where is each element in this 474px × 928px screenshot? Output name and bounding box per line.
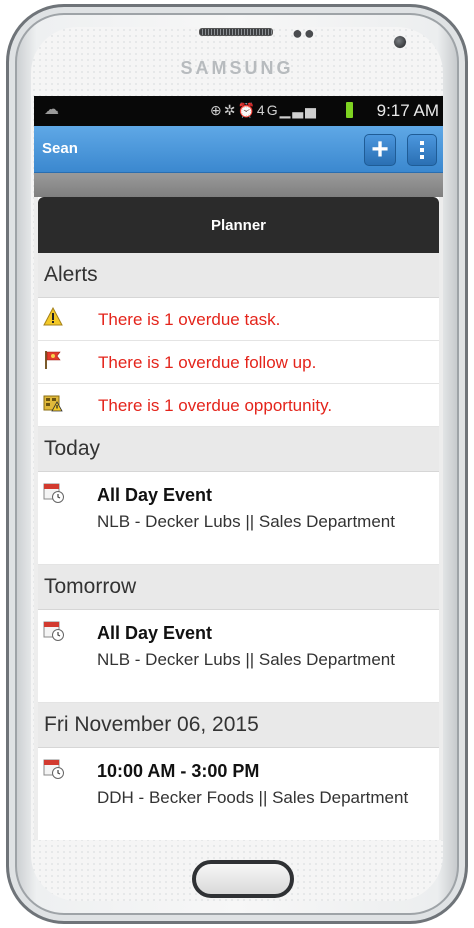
event-detail: NLB - Decker Lubs || Sales Department xyxy=(97,512,395,531)
header-shadow xyxy=(34,173,443,197)
network-label: 4G xyxy=(256,102,280,118)
sensor-dots: ●● xyxy=(292,23,316,43)
event-title: All Day Event xyxy=(97,623,213,643)
brand-logo: SAMSUNG xyxy=(180,58,294,78)
status-bar: ☁ ⊕✲⏰4G▁▃▅ 9:17 AM xyxy=(34,96,443,126)
app-title: Sean xyxy=(42,140,78,157)
alert-text: There is 1 overdue opportunity. xyxy=(98,396,333,415)
notification-icon: ☁ xyxy=(44,101,59,118)
alerts-heading: Alerts xyxy=(38,253,439,298)
alert-overdue-task[interactable]: There is 1 overdue task. xyxy=(38,298,439,341)
menu-button[interactable] xyxy=(407,134,437,166)
section-today: Today xyxy=(38,427,439,472)
event-dated[interactable]: 10:00 AM - 3:00 PM DDH - Becker Foods ||… xyxy=(38,748,439,840)
event-today[interactable]: All Day Event NLB - Decker Lubs || Sales… xyxy=(38,472,439,565)
alert-text: There is 1 overdue task. xyxy=(98,310,281,329)
planner-title: Planner xyxy=(38,197,439,253)
kebab-menu-icon xyxy=(420,141,424,159)
app-bar: Sean + xyxy=(34,126,443,173)
event-tomorrow[interactable]: All Day Event NLB - Decker Lubs || Sales… xyxy=(38,610,439,703)
planner-panel: Planner Alerts There is 1 overdue task. … xyxy=(38,197,439,840)
status-icons: ⊕✲⏰4G▁▃▅ xyxy=(210,102,318,119)
battery-icon xyxy=(346,102,353,118)
screen: ☁ ⊕✲⏰4G▁▃▅ 9:17 AM Sean + Planner Alerts… xyxy=(34,96,443,840)
flag-icon xyxy=(45,351,61,369)
alarm-icon: ⏰ xyxy=(237,102,257,118)
alert-overdue-follow-up[interactable]: There is 1 overdue follow up. xyxy=(38,341,439,384)
nfc-icon: ⊕ xyxy=(210,102,224,118)
event-title: 10:00 AM - 3:00 PM xyxy=(97,761,260,781)
signal-icon: ▁▃▅ xyxy=(279,102,318,118)
home-button[interactable] xyxy=(192,860,294,898)
opportunity-icon xyxy=(43,395,63,412)
earpiece-speaker xyxy=(199,28,273,36)
add-button[interactable]: + xyxy=(364,134,396,166)
alert-overdue-opportunity[interactable]: There is 1 overdue opportunity. xyxy=(38,384,439,427)
calendar-event-icon xyxy=(43,621,64,641)
vibrate-icon: ✲ xyxy=(223,102,238,118)
status-time: 9:17 AM xyxy=(376,101,439,120)
calendar-event-icon xyxy=(43,483,64,503)
warning-icon xyxy=(43,307,63,326)
alert-text: There is 1 overdue follow up. xyxy=(98,353,317,372)
event-detail: DDH - Becker Foods || Sales Department xyxy=(97,788,409,807)
section-date: Fri November 06, 2015 xyxy=(38,703,439,748)
event-detail: NLB - Decker Lubs || Sales Department xyxy=(97,650,395,669)
event-title: All Day Event xyxy=(97,485,213,505)
section-tomorrow: Tomorrow xyxy=(38,565,439,610)
front-camera xyxy=(394,36,406,48)
calendar-event-icon xyxy=(43,759,64,779)
